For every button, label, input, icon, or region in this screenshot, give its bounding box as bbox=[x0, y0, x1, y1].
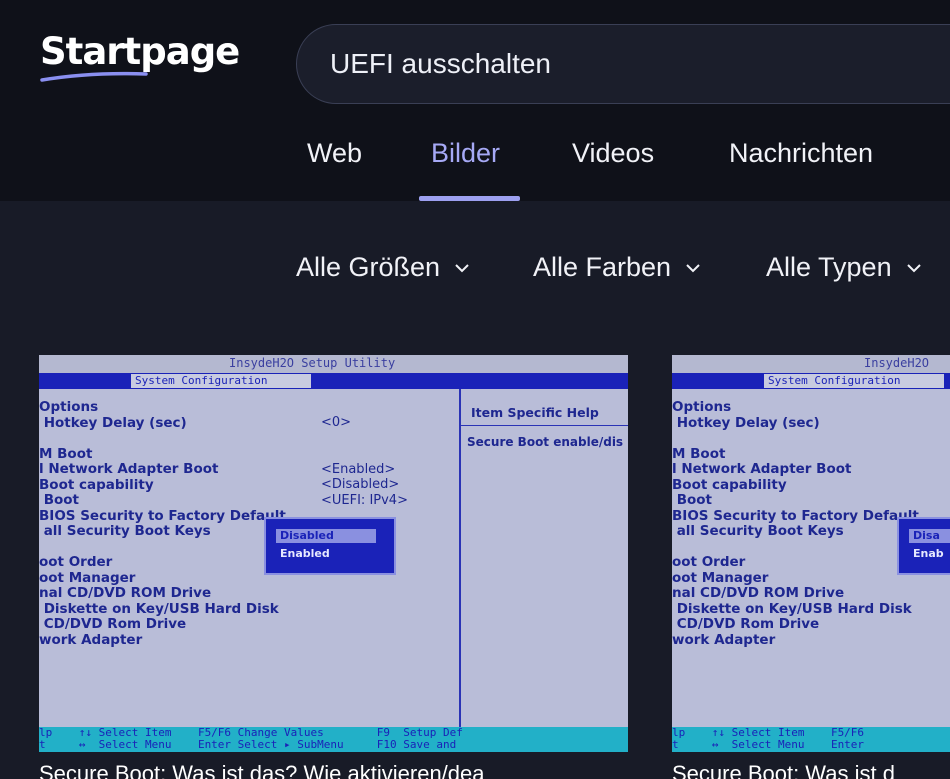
filter-type-label: Alle Typen bbox=[766, 252, 892, 282]
tab-news[interactable]: Nachrichten bbox=[729, 138, 873, 169]
result-caption[interactable]: Secure Boot: Was ist d bbox=[672, 761, 895, 779]
header: Startpage Web Bilder Videos Nachrichten bbox=[0, 0, 950, 201]
logo-swoosh-icon bbox=[40, 71, 148, 82]
tab-videos[interactable]: Videos bbox=[572, 138, 654, 169]
bios-popup: Disabled Enabled bbox=[264, 517, 396, 575]
bios-options-list: Options Hotkey Delay (sec) M Boot l Netw… bbox=[39, 399, 286, 648]
active-tab-indicator bbox=[419, 196, 520, 201]
bios-help-heading: Item Specific Help bbox=[471, 405, 599, 420]
chevron-down-icon bbox=[686, 263, 700, 272]
chevron-down-icon bbox=[455, 263, 469, 272]
chevron-down-icon bbox=[906, 263, 921, 272]
bios-key-legend: lp ↑↓ Select Item F5/F6 t ↔ Select Menu … bbox=[672, 726, 865, 751]
bios-popup-option: Enabled bbox=[280, 547, 330, 560]
bios-popup: Disa Enab bbox=[897, 517, 950, 575]
bios-options-list: Options Hotkey Delay (sec) M Boot l Netw… bbox=[672, 399, 919, 648]
filter-size-label: Alle Größen bbox=[296, 252, 441, 282]
tab-web[interactable]: Web bbox=[307, 138, 362, 169]
bios-title: InsydeH2O Setup Utility bbox=[229, 356, 396, 370]
bios-help-text: Secure Boot enable/dis bbox=[467, 435, 624, 449]
bios-tab: System Configuration bbox=[764, 374, 944, 388]
bios-values: <0> <Enabled> <Disabled> <UEFI: IPv4> bbox=[321, 415, 408, 508]
bios-key-legend: lp ↑↓ Select Item F5/F6 Change Values F9… bbox=[39, 726, 463, 751]
filter-size[interactable]: Alle Größen bbox=[296, 252, 470, 283]
result-caption[interactable]: Secure Boot: Was ist das? Wie aktivieren… bbox=[39, 761, 485, 779]
bios-popup-selected: Disabled bbox=[276, 529, 376, 543]
filter-color[interactable]: Alle Farben bbox=[533, 252, 701, 283]
result-thumbnail-bios-screenshot[interactable]: InsydeH2O Setup Utility System Configura… bbox=[39, 355, 628, 752]
filter-color-label: Alle Farben bbox=[533, 252, 672, 282]
image-result-card[interactable]: InsydeH2O System Configuration Options H… bbox=[672, 355, 950, 779]
startpage-logo[interactable]: Startpage bbox=[40, 30, 240, 73]
search-input[interactable] bbox=[328, 47, 932, 81]
result-thumbnail-bios-screenshot[interactable]: InsydeH2O System Configuration Options H… bbox=[672, 355, 950, 752]
tab-images[interactable]: Bilder bbox=[431, 138, 500, 169]
filter-type[interactable]: Alle Typen bbox=[766, 252, 922, 283]
bios-title: InsydeH2O bbox=[864, 356, 930, 370]
search-box[interactable] bbox=[296, 24, 950, 104]
bios-tab: System Configuration bbox=[131, 374, 311, 388]
image-result-card[interactable]: InsydeH2O Setup Utility System Configura… bbox=[39, 355, 628, 779]
